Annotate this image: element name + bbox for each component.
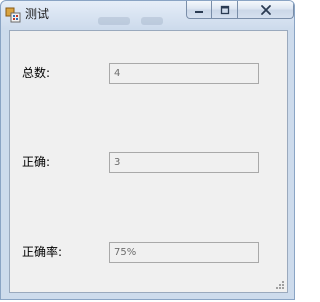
maximize-icon (220, 5, 229, 14)
close-button[interactable] (238, 1, 294, 19)
window-controls (186, 1, 294, 21)
title-bar[interactable]: 测试 (1, 1, 294, 29)
close-icon (260, 4, 271, 15)
correct-label: 正确: (22, 155, 51, 169)
accuracy-label: 正确率: (22, 245, 63, 259)
form-body: 总数: 正确: 正确率: (9, 30, 288, 293)
app-window: 测试 总数: 正确: (0, 0, 295, 300)
total-field[interactable] (109, 63, 259, 84)
minimize-button[interactable] (186, 1, 212, 19)
minimize-icon (195, 10, 203, 13)
ghost-text-2 (141, 17, 163, 25)
ghost-text-1 (98, 17, 130, 25)
window-title: 测试 (25, 7, 50, 21)
accuracy-field[interactable] (109, 242, 259, 263)
resize-grip-icon[interactable] (275, 280, 285, 290)
correct-field[interactable] (109, 152, 259, 173)
total-label: 总数: (22, 66, 51, 80)
app-icon (5, 7, 21, 23)
maximize-button[interactable] (212, 1, 238, 19)
